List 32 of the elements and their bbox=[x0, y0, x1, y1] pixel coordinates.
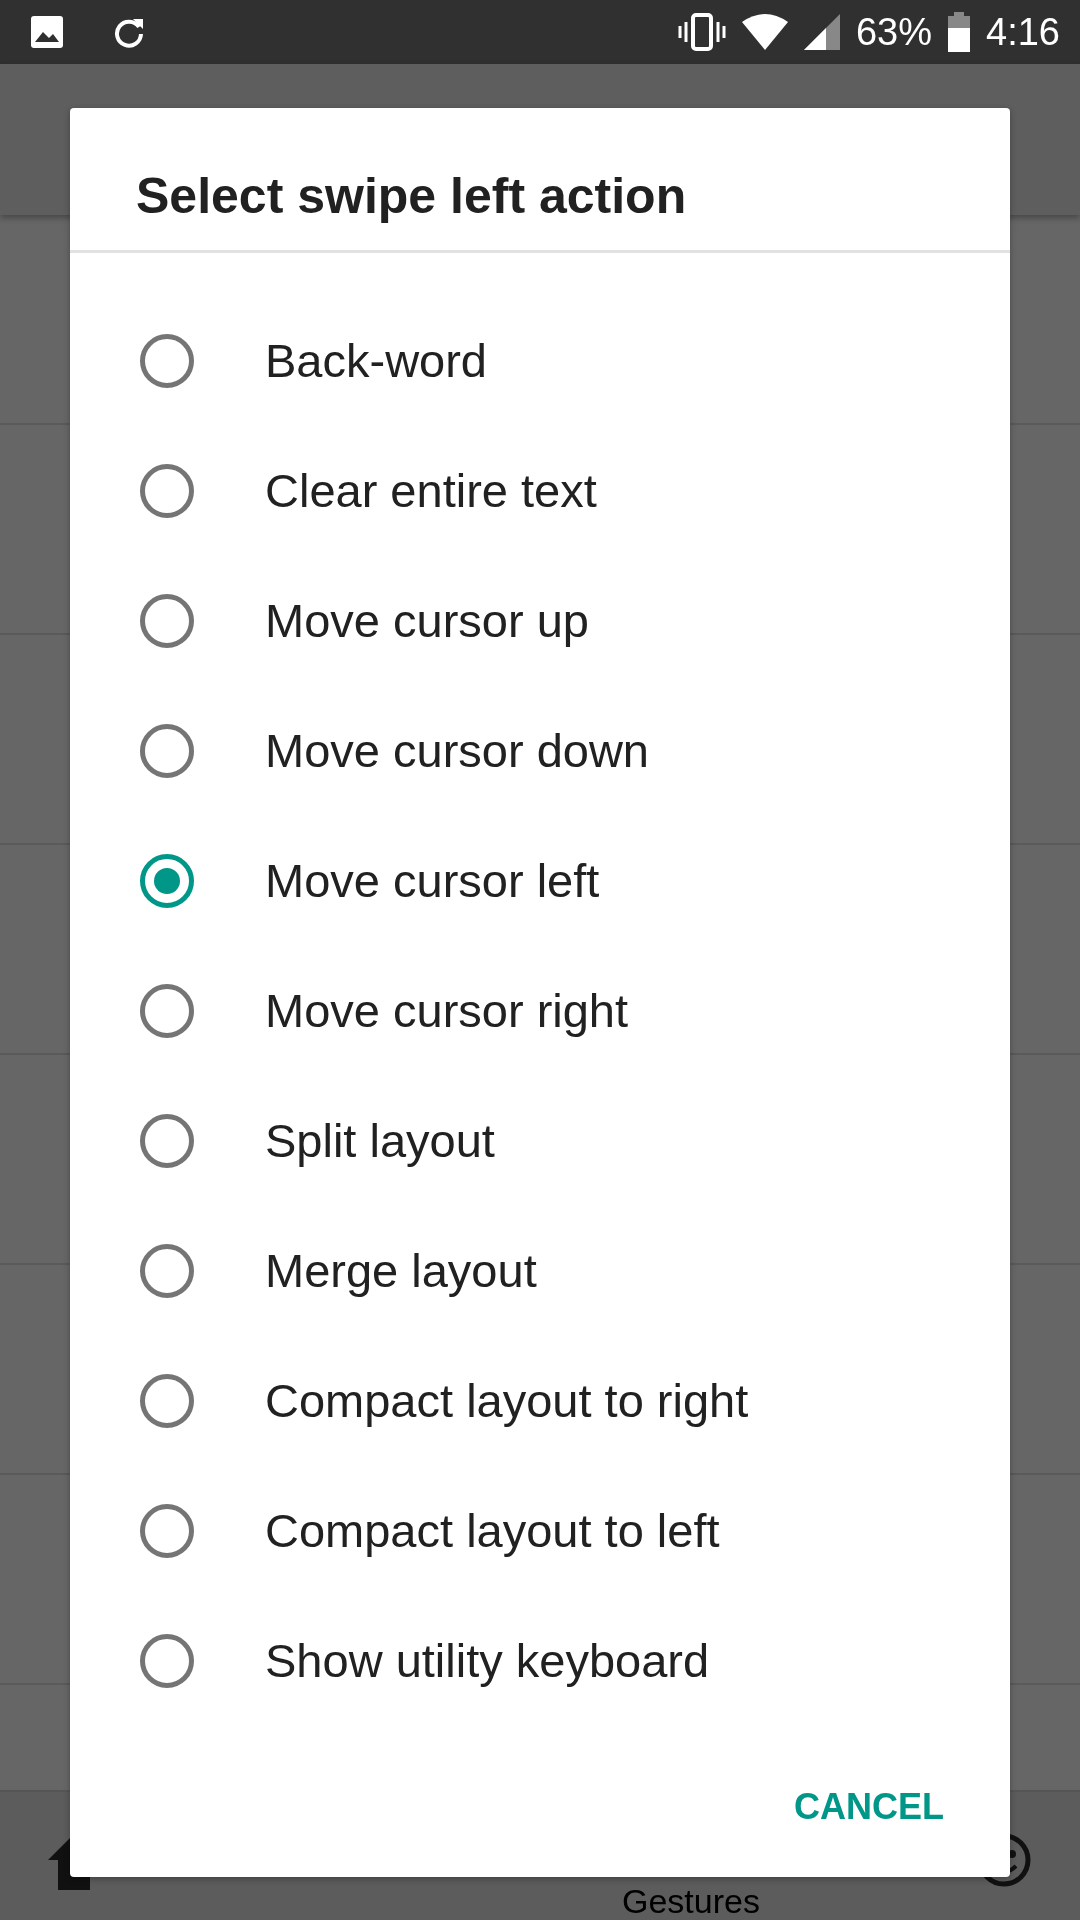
option-label[interactable]: Back-word bbox=[265, 325, 487, 397]
battery-percent: 63% bbox=[855, 9, 933, 55]
radio-button[interactable] bbox=[140, 1374, 194, 1428]
option-label[interactable]: Merge layout bbox=[265, 1235, 537, 1307]
clock-time: 4:16 bbox=[986, 9, 1060, 55]
tab-label: Gestures bbox=[622, 1882, 760, 1920]
radio-button[interactable] bbox=[140, 854, 194, 908]
radio-button[interactable] bbox=[140, 1244, 194, 1298]
radio-button[interactable] bbox=[140, 1114, 194, 1168]
radio-button[interactable] bbox=[140, 594, 194, 648]
option-label[interactable]: Compact layout to right bbox=[265, 1365, 749, 1437]
wifi-icon bbox=[741, 14, 788, 50]
cancel-button[interactable]: CANCEL bbox=[786, 1770, 952, 1844]
dialog-title: Select swipe left action bbox=[70, 108, 1010, 253]
option-label[interactable]: Move cursor right bbox=[265, 975, 629, 1047]
radio-button[interactable] bbox=[140, 1634, 194, 1688]
signal-icon bbox=[803, 14, 840, 50]
image-icon bbox=[30, 15, 64, 49]
option-label[interactable]: Clear entire text bbox=[265, 455, 597, 527]
battery-icon bbox=[948, 12, 971, 52]
radio-button[interactable] bbox=[140, 724, 194, 778]
vibrate-icon bbox=[677, 12, 726, 52]
radio-button[interactable] bbox=[140, 1504, 194, 1558]
option-label[interactable]: Split layout bbox=[265, 1105, 495, 1177]
option-label[interactable]: Move cursor up bbox=[265, 585, 589, 657]
radio-button[interactable] bbox=[140, 984, 194, 1038]
radio-button[interactable] bbox=[140, 464, 194, 518]
radio-button[interactable] bbox=[140, 334, 194, 388]
option-label[interactable]: Compact layout to left bbox=[265, 1495, 720, 1567]
option-label[interactable]: Move cursor left bbox=[265, 845, 600, 917]
option-label[interactable]: Show utility keyboard bbox=[265, 1625, 710, 1697]
option-label[interactable]: Move cursor down bbox=[265, 715, 649, 787]
